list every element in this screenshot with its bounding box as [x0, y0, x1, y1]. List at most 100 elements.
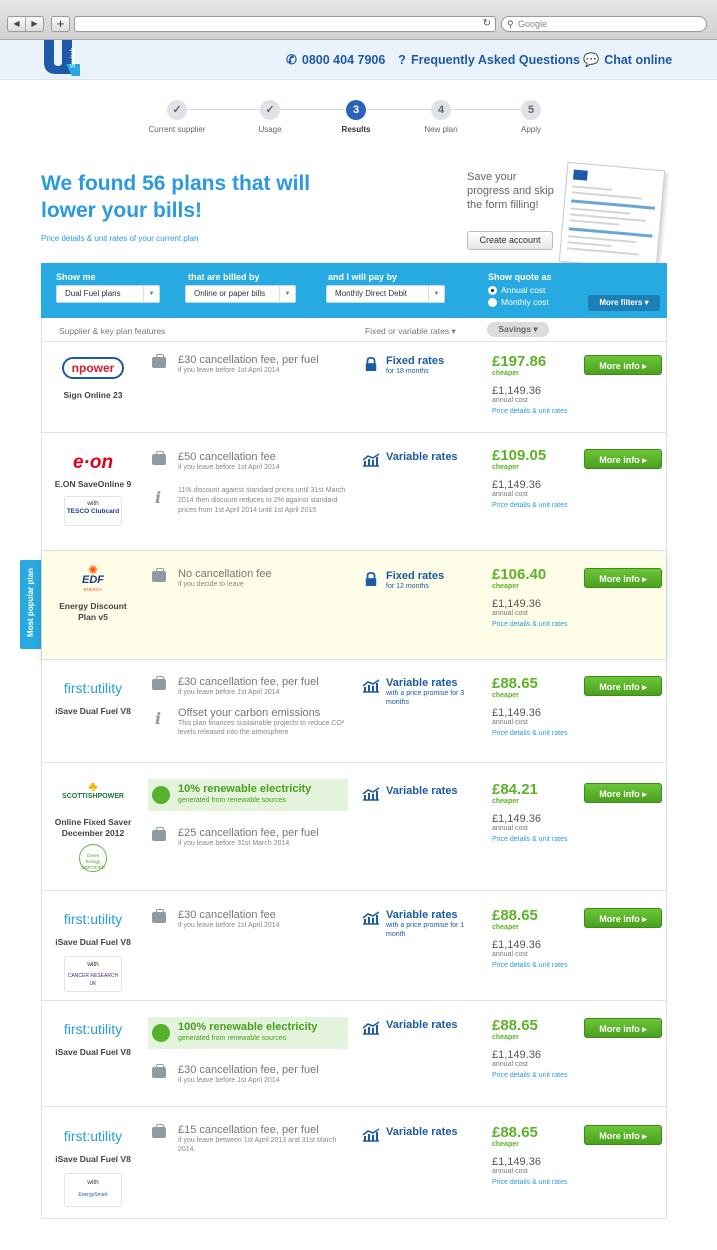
price-details-link[interactable]: Price details & unit rates — [492, 621, 602, 628]
rate-detail: with a price promise for 3 months — [386, 690, 465, 706]
rate-detail: for 12 months — [386, 583, 429, 590]
payment-select[interactable]: Monthly Direct Debit ▼ — [326, 285, 445, 303]
new-tab-button[interactable]: + — [51, 16, 70, 32]
more-info-button[interactable]: More info ▸ — [584, 449, 662, 469]
supplier-cell: first:utility iSave Dual Fuel V8 with En… — [42, 1124, 144, 1207]
annual-cost-radio[interactable]: Annual cost — [488, 285, 545, 295]
feature-list: £30 cancellation fee, per fuel if you le… — [152, 1064, 352, 1095]
faq-link[interactable]: ? Frequently Asked Questions — [398, 52, 580, 67]
back-icon[interactable]: ◀ — [8, 17, 26, 31]
supplier-column-header: Supplier & key plan features — [59, 326, 166, 336]
rate-cell: Variable rates with a price promise for … — [362, 677, 472, 707]
price-details-link[interactable]: Price details & unit rates — [492, 730, 602, 737]
forward-icon[interactable]: ▶ — [26, 17, 43, 31]
more-info-button[interactable]: More info ▸ — [584, 908, 662, 928]
briefcase-icon — [152, 676, 166, 690]
phone-icon: ✆ — [286, 52, 297, 67]
leaf-icon — [152, 1024, 170, 1042]
price-details-link[interactable]: Price details & unit rates — [492, 1072, 602, 1079]
monthly-cost-label: Monthly cost — [501, 297, 549, 307]
more-info-button[interactable]: More info ▸ — [584, 1125, 662, 1145]
chevron-down-icon: ▼ — [279, 286, 295, 302]
partner-with: with — [87, 961, 99, 968]
plan-name: Sign Online 23 — [63, 390, 123, 400]
cancellation-feature: No cancellation fee if you decide to lea… — [152, 568, 352, 589]
chat-link[interactable]: 💬 Chat online — [583, 52, 672, 68]
chevron-down-icon: ▼ — [428, 286, 444, 302]
rate-type: Variable rates — [386, 909, 458, 921]
feature-subtitle: if you leave before 31st March 2014 — [178, 840, 290, 847]
more-info-button[interactable]: More info ▸ — [584, 1018, 662, 1038]
renewable-feature: 100% renewable electricity generated fro… — [148, 1017, 348, 1049]
supplier-cell: ♣ SCOTTISHPOWER Online Fixed Saver Decem… — [42, 779, 144, 872]
search-input[interactable]: ⚲ Google — [501, 16, 707, 32]
partner-with: with — [87, 1179, 99, 1186]
uswitch-logo[interactable]: Switch — [42, 40, 84, 78]
plan-type-select[interactable]: Dual Fuel plans ▼ — [56, 285, 160, 303]
price-details-link[interactable]: Price details & unit rates — [492, 1179, 602, 1186]
more-info-button[interactable]: More info ▸ — [584, 355, 662, 375]
supplier-cell: first:utility iSave Dual Fuel V8 — [42, 1017, 144, 1058]
browser-chrome: ◀ ▶ + ↻ ⚲ Google — [0, 0, 717, 40]
monthly-cost-radio[interactable]: Monthly cost — [488, 297, 549, 307]
plan-row: first:utility iSave Dual Fuel V8 with En… — [42, 1107, 666, 1219]
price-details-link[interactable]: Price details & unit rates — [492, 836, 602, 843]
annual-cost: £1,149.36 — [492, 479, 541, 491]
phone-link[interactable]: ✆ 0800 404 7906 — [286, 52, 385, 68]
feature-list: £50 cancellation fee if you leave before… — [152, 451, 352, 526]
price-details-link[interactable]: Price details & unit rates — [492, 962, 602, 969]
variable-rate-icon — [362, 911, 380, 925]
briefcase-icon — [152, 451, 166, 465]
more-info-button[interactable]: More info ▸ — [584, 783, 662, 803]
price-details-link[interactable]: Price details & unit rates — [492, 408, 602, 415]
url-bar[interactable]: ↻ — [74, 16, 496, 32]
supplier-cell: e·on E.ON SaveOnline 9 with TESCO Clubca… — [42, 451, 144, 526]
plan-name: E.ON SaveOnline 9 — [54, 479, 132, 489]
supplier-cell: first:utility iSave Dual Fuel V8 — [42, 676, 144, 717]
plan-row: npower Sign Online 23 £30 cancellation f… — [42, 342, 666, 433]
plan-row: e·on E.ON SaveOnline 9 with TESCO Clubca… — [42, 433, 666, 551]
reload-icon[interactable]: ↻ — [483, 18, 491, 29]
savings-sort-button[interactable]: Savings ▾ — [487, 322, 549, 337]
feature-title: No cancellation fee — [178, 568, 272, 580]
cancellation-feature: £50 cancellation fee if you leave before… — [152, 451, 352, 472]
variable-rate-icon — [362, 1021, 380, 1035]
question-icon: ? — [398, 52, 406, 67]
rate-type: Variable rates — [386, 677, 458, 689]
npower-logo: npower — [42, 356, 144, 380]
plan-row: ♣ SCOTTISHPOWER Online Fixed Saver Decem… — [42, 763, 666, 891]
variable-rate-icon — [362, 453, 380, 467]
variable-rate-icon — [362, 1128, 380, 1142]
more-info-button[interactable]: More info ▸ — [584, 568, 662, 588]
step-label: Apply — [520, 125, 541, 134]
discount-feature: i 11% discount against standard prices u… — [152, 486, 352, 516]
eon-logo: e·on — [72, 452, 114, 473]
briefcase-icon — [152, 827, 166, 841]
feature-subtitle: if you leave before 1st April 2014 — [178, 689, 280, 696]
plan-name: iSave Dual Fuel V8 — [55, 706, 131, 716]
plan-name: iSave Dual Fuel V8 — [55, 937, 131, 947]
step-current-supplier[interactable]: ✓ Current supplier — [137, 100, 217, 134]
annual-cost: £1,149.36 — [492, 385, 541, 397]
feature-subtitle: generated from renewable sources — [178, 1035, 287, 1042]
most-popular-tab: Most popular plan — [20, 560, 41, 649]
more-info-button[interactable]: More info ▸ — [584, 676, 662, 696]
payment-value: Monthly Direct Debit — [335, 289, 408, 298]
more-filters-button[interactable]: More filters ▾ — [588, 295, 660, 311]
form-preview-image — [558, 161, 666, 271]
step-usage[interactable]: ✓ Usage — [230, 100, 310, 134]
price-details-link[interactable]: Price details & unit rates — [492, 502, 602, 509]
rate-cell: Variable rates — [362, 1126, 472, 1142]
annual-cost-label: annual cost — [492, 951, 528, 958]
billing-select[interactable]: Online or paper bills ▼ — [185, 285, 296, 303]
step-results: 3 Results — [316, 100, 396, 134]
feature-list: No cancellation fee if you decide to lea… — [152, 568, 352, 599]
logo-text: Switch — [70, 47, 77, 68]
supplier-cell: npower Sign Online 23 — [42, 356, 144, 401]
feature-title: £30 cancellation fee, per fuel — [178, 1064, 319, 1076]
create-account-button[interactable]: Create account — [467, 231, 553, 250]
rate-type: Variable rates — [386, 1126, 458, 1138]
partner-badge: with EnergySmart — [64, 1173, 122, 1207]
current-plan-link[interactable]: Price details & unit rates of your curre… — [41, 234, 198, 243]
rate-type-sort[interactable]: Fixed or variable rates ▾ — [365, 326, 456, 337]
